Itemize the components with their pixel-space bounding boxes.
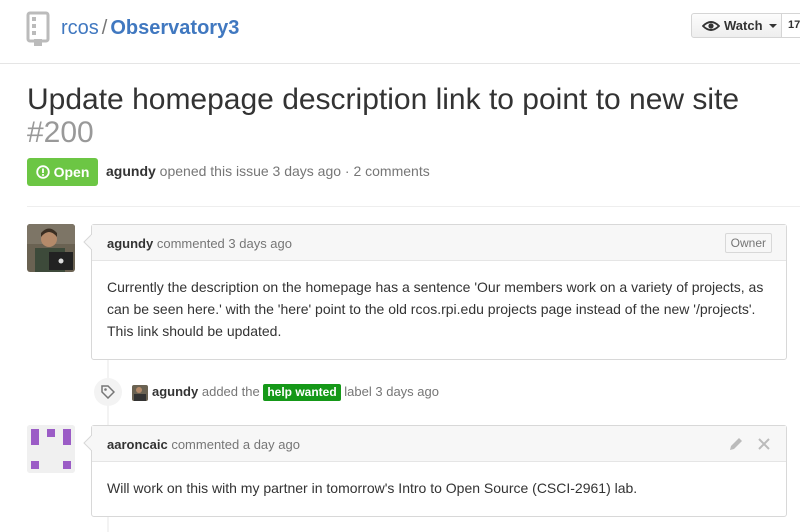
issue-author-link[interactable]: agundy bbox=[106, 163, 156, 179]
label-event: agundy added the help wanted label 3 day… bbox=[94, 378, 794, 408]
issue-meta: agundy opened this issue 3 days ago · 2 … bbox=[106, 163, 430, 179]
repo-separator: / bbox=[101, 17, 108, 39]
avatar[interactable] bbox=[27, 425, 75, 473]
issue-number: #200 bbox=[27, 116, 94, 149]
repo-icon bbox=[26, 11, 50, 46]
issue-title: Update homepage description link to poin… bbox=[27, 83, 787, 149]
eye-icon bbox=[702, 20, 720, 31]
close-icon[interactable] bbox=[756, 436, 772, 452]
avatar[interactable] bbox=[27, 224, 75, 272]
comment: aaroncaic commented a day ago Will work … bbox=[91, 425, 787, 517]
comment-body: Currently the description on the homepag… bbox=[107, 279, 764, 339]
watch-label: Watch bbox=[724, 18, 763, 33]
comment-header: aaroncaic commented a day ago bbox=[92, 426, 786, 462]
tag-icon-circle bbox=[94, 378, 122, 406]
issue-meta-text: opened this issue 3 days ago · 2 comment… bbox=[159, 163, 430, 179]
comment-author-link[interactable]: aaroncaic bbox=[107, 437, 168, 452]
repo-owner-link[interactable]: rcos bbox=[61, 17, 99, 39]
comment-body: Will work on this with my partner in tom… bbox=[107, 480, 638, 496]
repo-title: rcos / Observatory3 bbox=[61, 15, 239, 41]
repo-header: rcos / Observatory3 Watch 17 bbox=[0, 0, 800, 64]
event-text-before: added the bbox=[201, 384, 260, 399]
comment: agundy commented 3 days ago Owner Curren… bbox=[91, 224, 787, 360]
tag-icon bbox=[101, 385, 115, 399]
comment-author-link[interactable]: agundy bbox=[107, 236, 153, 251]
issue-opened-icon bbox=[35, 165, 50, 179]
chevron-down-icon bbox=[768, 23, 777, 28]
event-text-after: label 3 days ago bbox=[344, 384, 439, 399]
pencil-icon[interactable] bbox=[728, 436, 744, 452]
comment-header: agundy commented 3 days ago Owner bbox=[92, 225, 786, 261]
event-author-link[interactable]: agundy bbox=[152, 384, 198, 399]
comment-pointer bbox=[83, 435, 92, 451]
comment-pointer bbox=[83, 234, 92, 250]
watch-count[interactable]: 17 bbox=[782, 13, 800, 38]
issue-title-text: Update homepage description link to poin… bbox=[27, 83, 740, 116]
issue-state-label: Open bbox=[53, 164, 90, 180]
comment-timestamp[interactable]: commented 3 days ago bbox=[157, 236, 292, 251]
event-text: agundy added the help wanted label 3 day… bbox=[152, 384, 439, 401]
avatar[interactable] bbox=[132, 385, 148, 401]
repo-name-link[interactable]: Observatory3 bbox=[110, 17, 239, 39]
divider bbox=[27, 206, 800, 207]
comment-timestamp[interactable]: commented a day ago bbox=[171, 437, 300, 452]
watch-button[interactable]: Watch bbox=[691, 13, 782, 38]
issue-state-badge: Open bbox=[27, 158, 98, 186]
owner-badge: Owner bbox=[724, 233, 772, 253]
help-wanted-label[interactable]: help wanted bbox=[263, 384, 341, 401]
